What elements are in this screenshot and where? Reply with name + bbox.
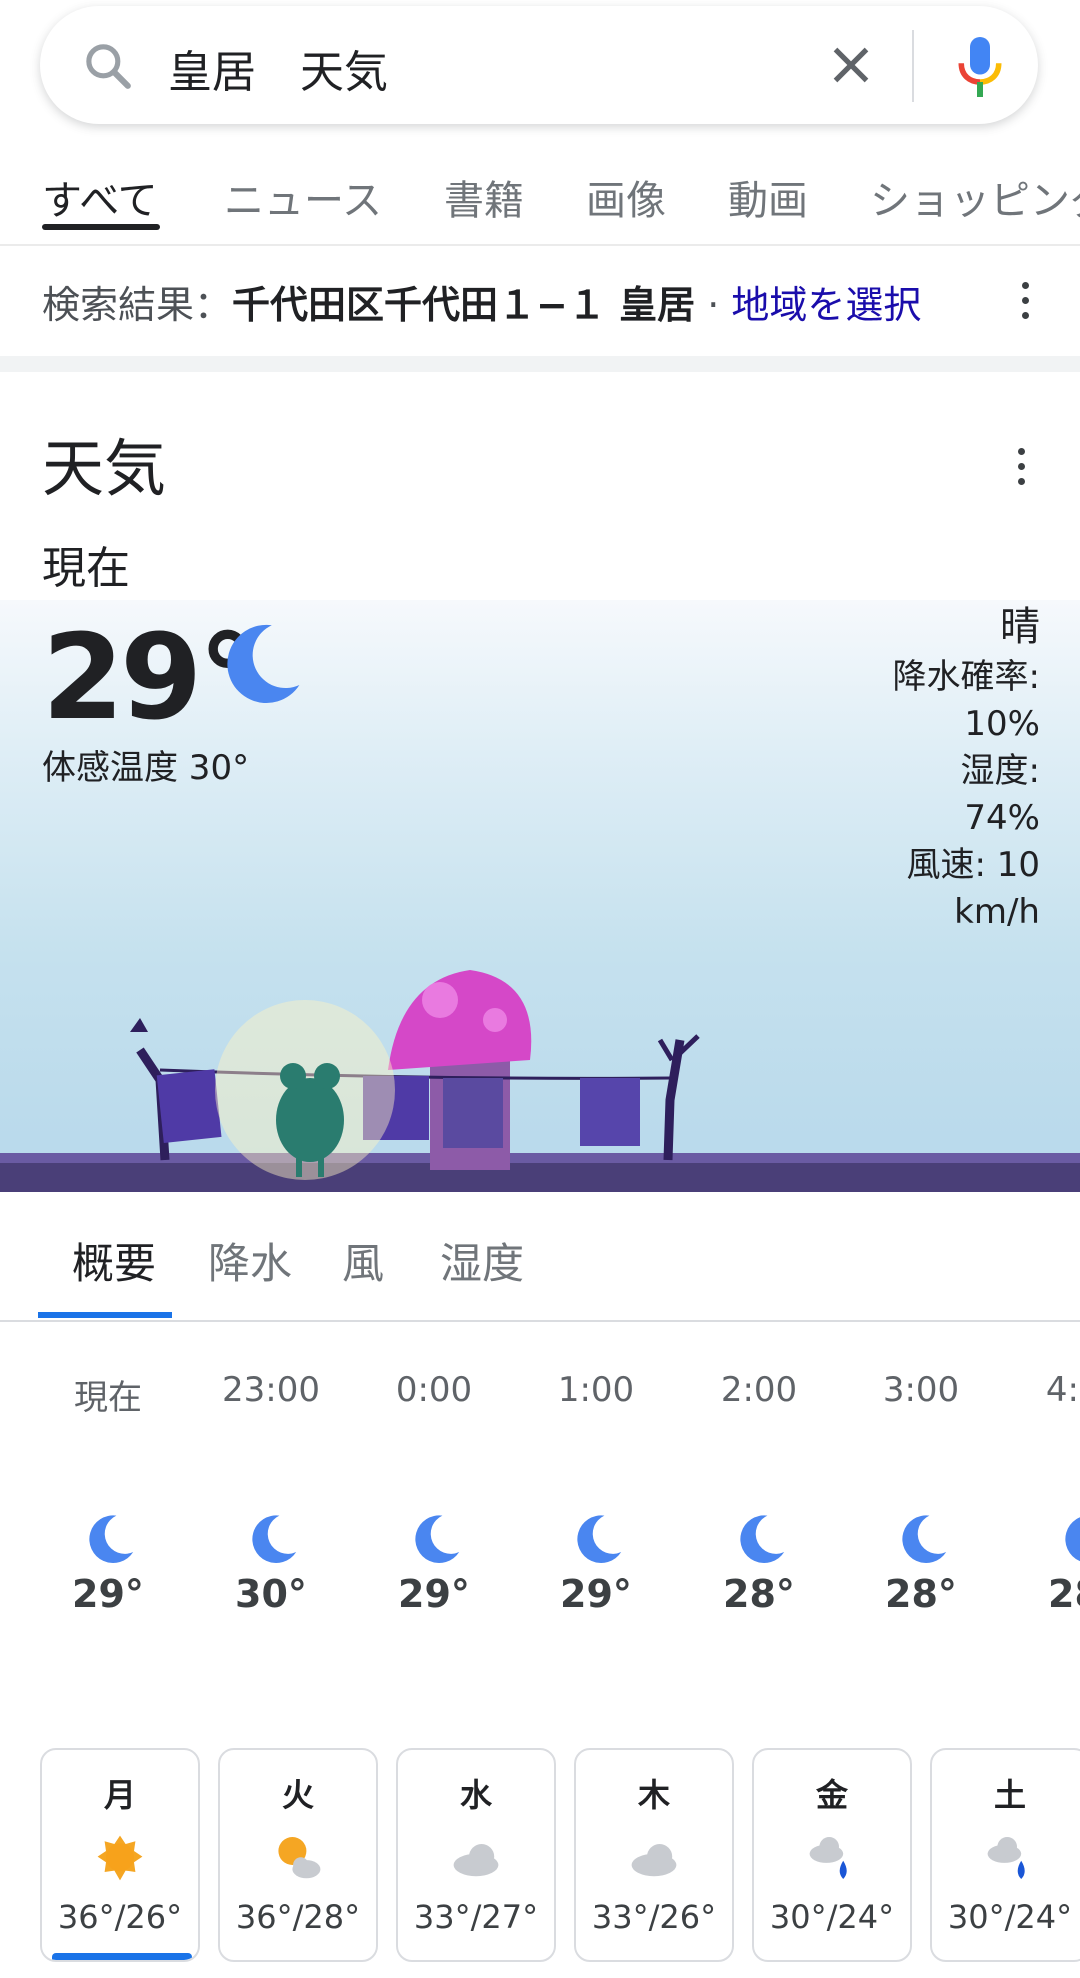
hourly-item: 現在 29° [48, 1370, 168, 1616]
tab-humidity[interactable]: 湿度 [440, 1230, 524, 1291]
location-more-icon[interactable] [1020, 282, 1030, 322]
hour-time: 4:00 [1045, 1370, 1080, 1410]
tab-videos[interactable]: 動画 [728, 168, 808, 226]
rain-cloud-icon [987, 1837, 1025, 1879]
hour-temp: 28° [1048, 1572, 1080, 1616]
hour-temp: 29° [560, 1572, 632, 1616]
tab-precipitation[interactable]: 降水 [208, 1230, 292, 1291]
moon-icon [740, 1515, 785, 1563]
day-label: 土 [993, 1776, 1026, 1814]
day-temps: 30°/24° [947, 1898, 1073, 1936]
day-card-wed[interactable]: 水 33°/27° [396, 1748, 556, 1962]
cloud-icon [631, 1844, 677, 1877]
hour-time: 0:00 [395, 1370, 473, 1410]
selected-day-indicator [52, 1953, 192, 1960]
tab-all[interactable]: すべて [42, 168, 158, 226]
day-temps: 36°/26° [57, 1898, 183, 1936]
tab-images[interactable]: 画像 [586, 168, 666, 226]
clear-icon[interactable] [820, 34, 882, 96]
day-card-fri[interactable]: 金 30°/24° [752, 1748, 912, 1962]
hourly-item: 23:00 30° [211, 1370, 331, 1616]
hour-temp: 29° [72, 1572, 144, 1616]
hourly-item: 4:00 28° [1024, 1370, 1080, 1616]
day-label: 水 [459, 1776, 492, 1814]
tab-wind[interactable]: 風 [342, 1230, 384, 1291]
search-divider [912, 30, 914, 102]
day-card-mon[interactable]: 月 36°/26° [40, 1748, 200, 1962]
hour-temp: 28° [885, 1572, 957, 1616]
weather-more-icon[interactable] [1016, 448, 1026, 488]
hour-time: 23:00 [222, 1370, 320, 1410]
day-card-tue[interactable]: 火 36°/28° [218, 1748, 378, 1962]
weather-tabs: 概要 降水 風 湿度 [0, 1192, 1080, 1322]
humidity: 湿度: 74% [960, 751, 1040, 838]
hourly-forecast[interactable]: 現在 29° 23:00 30° 0:00 29° 1:00 29° 2:00 … [0, 1370, 1080, 1670]
weather-title: 天気 [42, 432, 167, 505]
active-tab-indicator [42, 224, 160, 230]
microphone-icon[interactable] [948, 32, 1012, 102]
hourly-item: 0:00 29° [374, 1370, 494, 1616]
tab-overview[interactable]: 概要 [72, 1230, 156, 1291]
moon-icon [1065, 1517, 1080, 1562]
day-card-thu[interactable]: 木 33°/26° [574, 1748, 734, 1962]
moon-icon [252, 1515, 297, 1563]
cloud-icon [453, 1844, 499, 1877]
hour-time: 2:00 [720, 1370, 798, 1410]
hourly-item: 3:00 28° [861, 1370, 981, 1616]
search-icon[interactable] [80, 38, 136, 94]
location-prefix: 検索結果： [42, 283, 233, 327]
hour-time: 1:00 [557, 1370, 635, 1410]
weather-details: 晴 降水確率: 10% 湿度: 74% 風速: 10 km/h [880, 600, 1040, 936]
daily-forecast[interactable]: 月 36°/26° 火 36°/28° 水 33°/27° 木 33°/26° [0, 1748, 1080, 1978]
sun-icon [97, 1835, 143, 1881]
location-text: 検索結果：千代田区千代田１−１ 皇居 · 地域を選択 [42, 274, 921, 329]
location-row: 検索結果：千代田区千代田１−１ 皇居 · 地域を選択 [0, 246, 1080, 356]
hour-temp: 29° [398, 1572, 470, 1616]
precipitation-chance: 降水確率: 10% [892, 657, 1040, 744]
moon-icon [227, 624, 300, 704]
hour-temp: 30° [235, 1572, 307, 1616]
location-place: 千代田区千代田１−１ 皇居 [232, 283, 696, 327]
tab-books[interactable]: 書籍 [444, 168, 524, 226]
moon-icon [415, 1515, 460, 1563]
hourly-item: 1:00 29° [536, 1370, 656, 1616]
search-input[interactable]: 皇居 天気 [168, 36, 388, 100]
tab-news[interactable]: ニュース [224, 168, 382, 226]
day-temps: 33°/27° [413, 1898, 539, 1936]
day-temps: 30°/24° [769, 1898, 895, 1936]
section-divider [0, 356, 1080, 372]
hour-time: 3:00 [882, 1370, 960, 1410]
feels-like: 体感温度 30° [42, 748, 250, 788]
tab-shopping[interactable]: ショッピング [870, 168, 1080, 226]
day-label: 金 [815, 1776, 848, 1814]
moon-icon [89, 1515, 134, 1563]
active-weather-tab-indicator [38, 1312, 172, 1318]
wind-speed: 風速: 10 km/h [906, 845, 1040, 932]
rain-cloud-icon [809, 1837, 847, 1879]
day-label: 火 [281, 1776, 314, 1814]
moon-icon [902, 1515, 947, 1563]
day-temps: 36°/28° [235, 1898, 361, 1936]
search-bar[interactable]: 皇居 天気 [40, 6, 1038, 124]
location-separator: · [707, 283, 720, 327]
current-label: 現在 [42, 543, 130, 594]
sun-cloud-icon [278, 1837, 321, 1879]
hour-temp: 28° [723, 1572, 795, 1616]
moon-icon [577, 1515, 622, 1563]
hourly-item: 2:00 28° [699, 1370, 819, 1616]
day-label: 木 [637, 1776, 670, 1814]
choose-region-link[interactable]: 地域を選択 [731, 283, 921, 327]
day-card-sat[interactable]: 土 30°/24° [930, 1748, 1080, 1962]
hour-time: 現在 [74, 1378, 142, 1418]
day-temps: 33°/26° [591, 1898, 717, 1936]
weather-condition: 晴 [1000, 604, 1040, 650]
day-label: 月 [103, 1776, 136, 1814]
search-tabs: すべて ニュース 書籍 画像 動画 ショッピング [0, 160, 1080, 246]
